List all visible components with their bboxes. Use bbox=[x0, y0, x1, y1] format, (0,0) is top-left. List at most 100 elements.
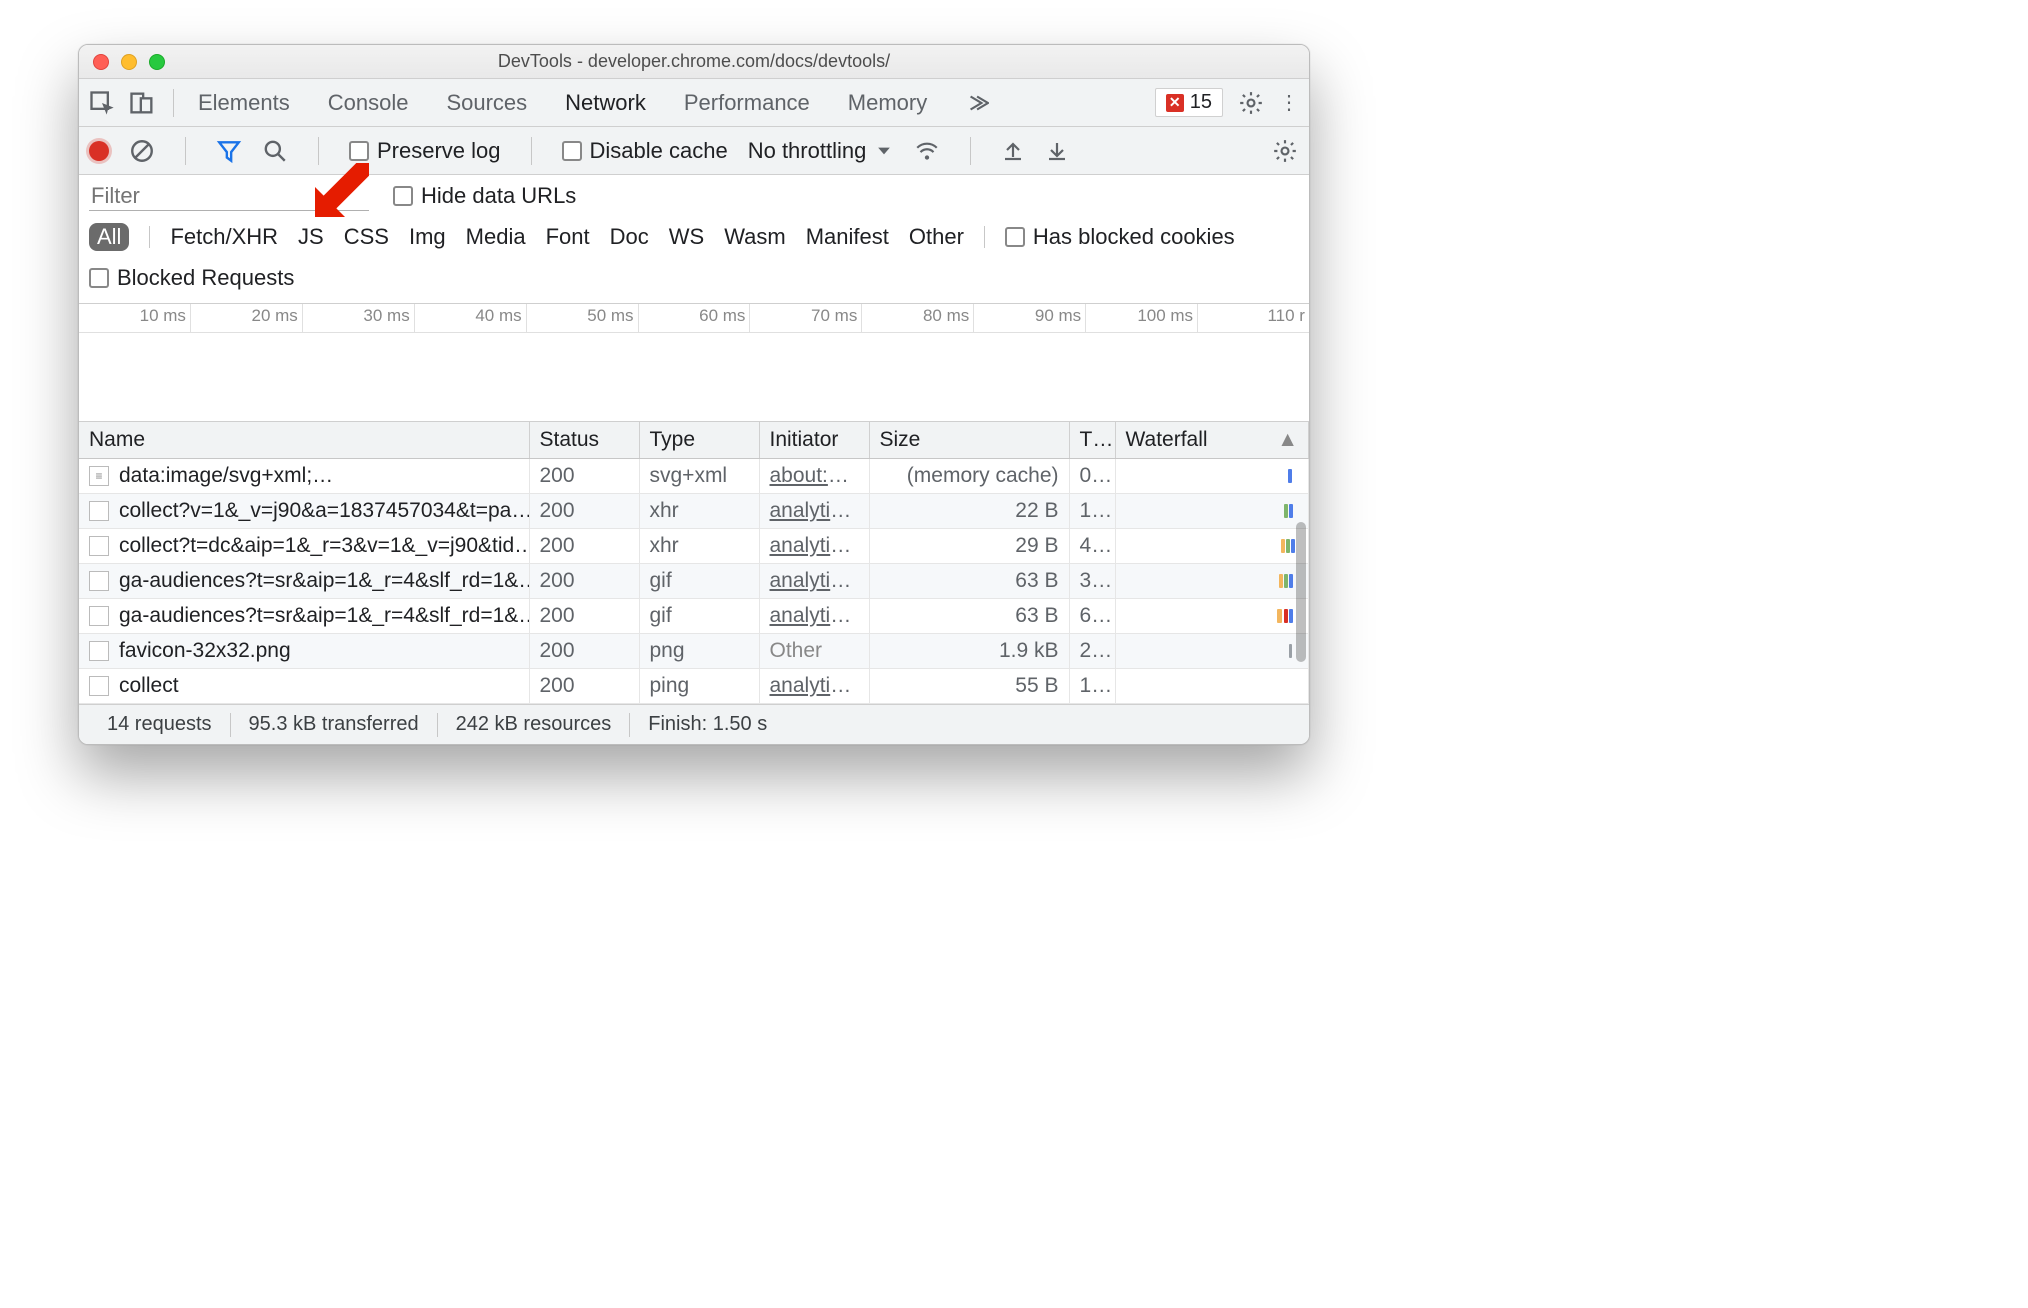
request-time: 2… bbox=[1069, 634, 1115, 669]
timeline-tick-label: 30 ms bbox=[363, 306, 409, 326]
timeline-tick-label: 40 ms bbox=[475, 306, 521, 326]
request-name: collect?t=dc&aip=1&_r=3&v=1&_v=j90&tid… bbox=[119, 534, 529, 558]
request-initiator[interactable]: analytic… bbox=[759, 599, 869, 634]
table-row[interactable]: ga-audiences?t=sr&aip=1&_r=4&slf_rd=1&…2… bbox=[79, 599, 1309, 634]
request-waterfall bbox=[1115, 669, 1309, 704]
document-file-icon: ≡ bbox=[89, 466, 109, 486]
request-name: collect bbox=[119, 674, 179, 698]
tab-performance[interactable]: Performance bbox=[682, 90, 812, 116]
inspect-element-icon[interactable] bbox=[87, 88, 117, 118]
statusbar: 14 requests 95.3 kB transferred 242 kB r… bbox=[79, 704, 1309, 744]
sort-asc-icon: ▲ bbox=[1277, 428, 1298, 452]
upload-har-icon[interactable] bbox=[1001, 139, 1025, 163]
request-type: svg+xml bbox=[639, 459, 759, 494]
timeline-tick-label: 100 ms bbox=[1137, 306, 1193, 326]
request-waterfall bbox=[1115, 529, 1309, 564]
type-chip-img[interactable]: Img bbox=[409, 224, 446, 250]
record-button[interactable] bbox=[89, 141, 109, 161]
request-type: xhr bbox=[639, 494, 759, 529]
request-time: 0… bbox=[1069, 459, 1115, 494]
request-initiator[interactable]: analytic… bbox=[759, 669, 869, 704]
table-row[interactable]: favicon-32x32.png200pngOther1.9 kB2… bbox=[79, 634, 1309, 669]
tab-console[interactable]: Console bbox=[326, 90, 411, 116]
network-conditions-icon[interactable] bbox=[914, 138, 940, 164]
status-resources: 242 kB resources bbox=[438, 713, 630, 736]
col-header-size[interactable]: Size bbox=[869, 422, 1069, 459]
request-initiator[interactable]: analytic… bbox=[759, 529, 869, 564]
request-size: 55 B bbox=[869, 669, 1069, 704]
type-chip-other[interactable]: Other bbox=[909, 224, 964, 250]
separator bbox=[318, 137, 319, 165]
type-chip-js[interactable]: JS bbox=[298, 224, 324, 250]
request-initiator[interactable]: about:cl… bbox=[759, 459, 869, 494]
table-row[interactable]: collect?v=1&_v=j90&a=1837457034&t=pa…200… bbox=[79, 494, 1309, 529]
generic-file-icon bbox=[89, 571, 109, 591]
type-chip-media[interactable]: Media bbox=[466, 224, 526, 250]
status-transferred: 95.3 kB transferred bbox=[231, 713, 437, 736]
type-chip-font[interactable]: Font bbox=[546, 224, 590, 250]
type-chip-all[interactable]: All bbox=[89, 223, 129, 251]
request-time: 1… bbox=[1069, 494, 1115, 529]
request-size: (memory cache) bbox=[869, 459, 1069, 494]
tab-memory[interactable]: Memory bbox=[846, 90, 929, 116]
preserve-log-checkbox[interactable]: Preserve log bbox=[349, 138, 501, 164]
type-chip-doc[interactable]: Doc bbox=[610, 224, 649, 250]
col-header-name[interactable]: Name bbox=[79, 422, 529, 459]
col-header-type[interactable]: Type bbox=[639, 422, 759, 459]
request-size: 1.9 kB bbox=[869, 634, 1069, 669]
table-row[interactable]: collect?t=dc&aip=1&_r=3&v=1&_v=j90&tid…2… bbox=[79, 529, 1309, 564]
toggle-device-toolbar-icon[interactable] bbox=[127, 88, 157, 118]
type-chip-manifest[interactable]: Manifest bbox=[806, 224, 889, 250]
hide-data-urls-checkbox[interactable]: Hide data URLs bbox=[393, 183, 576, 209]
filter-input[interactable] bbox=[89, 181, 369, 211]
col-header-time[interactable]: T… bbox=[1069, 422, 1115, 459]
request-time: 3… bbox=[1069, 564, 1115, 599]
clear-button-icon[interactable] bbox=[129, 138, 155, 164]
table-row[interactable]: ga-audiences?t=sr&aip=1&_r=4&slf_rd=1&…2… bbox=[79, 564, 1309, 599]
blocked-requests-checkbox[interactable]: Blocked Requests bbox=[89, 265, 1299, 291]
search-icon[interactable] bbox=[262, 138, 288, 164]
more-options-icon[interactable]: ⋮ bbox=[1279, 90, 1301, 115]
throttling-select[interactable]: No throttling bbox=[748, 138, 895, 164]
disable-cache-checkbox[interactable]: Disable cache bbox=[562, 138, 728, 164]
type-chip-fetch-xhr[interactable]: Fetch/XHR bbox=[170, 224, 278, 250]
timeline-tick-label: 110 r bbox=[1267, 306, 1305, 326]
has-blocked-cookies-checkbox[interactable]: Has blocked cookies bbox=[1005, 224, 1235, 250]
separator bbox=[531, 137, 532, 165]
request-status: 200 bbox=[529, 599, 639, 634]
filter-bar: Hide data URLs All Fetch/XHR JS CSS Img Media… bbox=[79, 175, 1309, 304]
more-tabs-icon[interactable] bbox=[963, 90, 989, 116]
window-title: DevTools - developer.chrome.com/docs/dev… bbox=[79, 51, 1309, 72]
has-blocked-cookies-label: Has blocked cookies bbox=[1033, 224, 1235, 250]
table-row[interactable]: ≡data:image/svg+xml;…200svg+xmlabout:cl…… bbox=[79, 459, 1309, 494]
disable-cache-label: Disable cache bbox=[590, 138, 728, 164]
request-name: ga-audiences?t=sr&aip=1&_r=4&slf_rd=1&… bbox=[119, 604, 529, 628]
request-size: 63 B bbox=[869, 599, 1069, 634]
timeline-tick-label: 20 ms bbox=[252, 306, 298, 326]
download-har-icon[interactable] bbox=[1045, 139, 1069, 163]
type-chip-ws[interactable]: WS bbox=[669, 224, 704, 250]
col-header-initiator[interactable]: Initiator bbox=[759, 422, 869, 459]
type-chip-wasm[interactable]: Wasm bbox=[724, 224, 786, 250]
tab-sources[interactable]: Sources bbox=[444, 90, 529, 116]
request-waterfall bbox=[1115, 564, 1309, 599]
col-header-waterfall[interactable]: Waterfall▲ bbox=[1115, 422, 1309, 459]
col-header-status[interactable]: Status bbox=[529, 422, 639, 459]
scrollbar-thumb[interactable] bbox=[1296, 522, 1306, 662]
table-row[interactable]: collect200pinganalytic…55 B1… bbox=[79, 669, 1309, 704]
generic-file-icon bbox=[89, 641, 109, 661]
generic-file-icon bbox=[89, 536, 109, 556]
blocked-requests-label: Blocked Requests bbox=[117, 265, 294, 291]
request-initiator[interactable]: analytic… bbox=[759, 564, 869, 599]
network-settings-gear-icon[interactable] bbox=[1271, 137, 1299, 165]
filter-toggle-icon[interactable] bbox=[216, 138, 242, 164]
errors-badge[interactable]: ✕ 15 bbox=[1155, 88, 1223, 117]
tab-elements[interactable]: Elements bbox=[196, 90, 292, 116]
request-initiator[interactable]: analytic… bbox=[759, 494, 869, 529]
type-chip-css[interactable]: CSS bbox=[344, 224, 389, 250]
checkbox-icon bbox=[562, 141, 582, 161]
timeline-overview[interactable]: 10 ms20 ms30 ms40 ms50 ms60 ms70 ms80 ms… bbox=[79, 304, 1309, 422]
settings-gear-icon[interactable] bbox=[1237, 89, 1265, 117]
tab-network[interactable]: Network bbox=[563, 90, 648, 116]
request-time: 6… bbox=[1069, 599, 1115, 634]
